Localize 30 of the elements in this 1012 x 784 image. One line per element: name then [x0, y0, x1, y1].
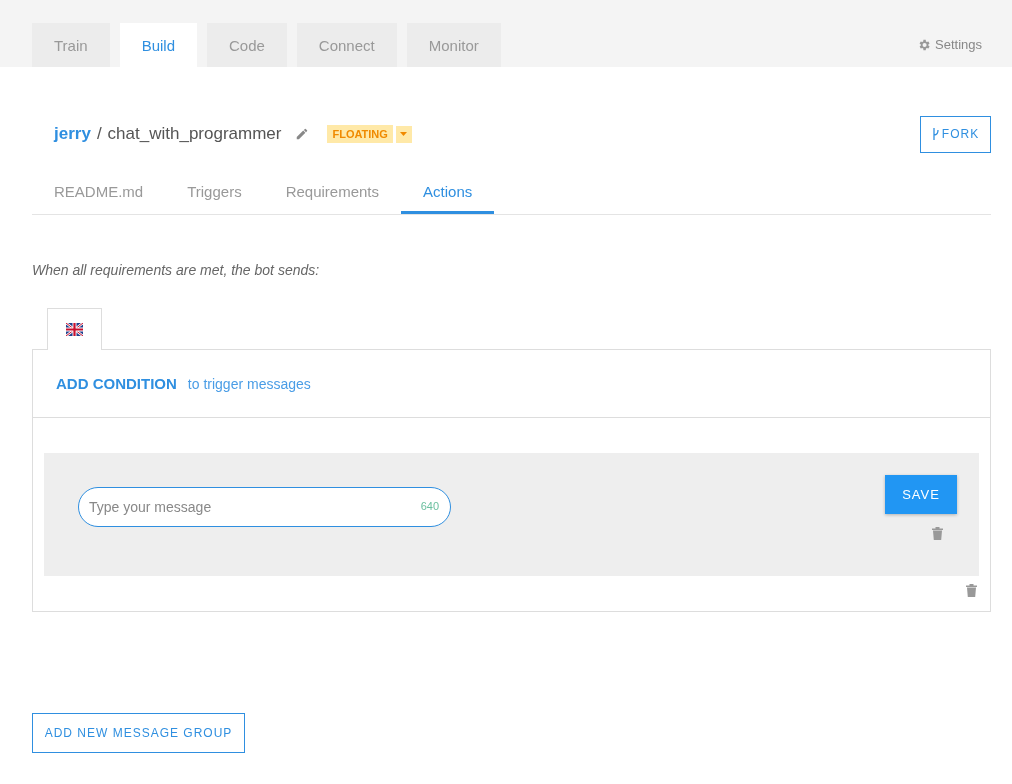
section-tab[interactable]: Requirements	[263, 172, 402, 214]
status-dropdown[interactable]	[395, 125, 412, 143]
language-tab[interactable]	[47, 308, 102, 350]
nav-tab[interactable]: Train	[32, 23, 110, 67]
intro-text: When all requirements are met, the bot sends:	[32, 262, 321, 278]
section-tab[interactable]: Actions	[401, 172, 495, 214]
nav-tab[interactable]: Connect	[296, 23, 397, 67]
add-group-button[interactable]: ADD NEW MESSAGE GROUP	[32, 713, 245, 753]
nav-tab[interactable]: Monitor	[406, 23, 501, 67]
settings-link[interactable]: Settings	[917, 37, 982, 52]
condition-hint: to trigger messages	[187, 375, 311, 392]
add-condition-link[interactable]: ADD CONDITION	[56, 375, 177, 392]
section-tab[interactable]: README.md	[32, 172, 166, 214]
status-badge: FLOATING	[327, 125, 393, 143]
section-tab[interactable]: Triggers	[165, 172, 264, 214]
nav-tab[interactable]: Build	[119, 23, 197, 67]
trash-icon[interactable]	[966, 584, 977, 597]
pencil-icon[interactable]	[295, 127, 310, 141]
character-counter: 640	[420, 500, 439, 512]
owner-link[interactable]: jerry	[54, 124, 91, 144]
fork-icon	[931, 128, 940, 140]
separator-text: /	[96, 124, 102, 144]
save-button[interactable]: SAVE	[885, 475, 957, 514]
flag-icon	[66, 323, 83, 336]
settings-icon	[917, 37, 931, 52]
caret-icon	[400, 132, 408, 136]
fork-button[interactable]: FORK	[920, 115, 991, 153]
project-name: chat_with_programmer	[107, 124, 282, 144]
trash-icon[interactable]	[932, 527, 943, 540]
nav-tab[interactable]: Code	[207, 23, 287, 67]
